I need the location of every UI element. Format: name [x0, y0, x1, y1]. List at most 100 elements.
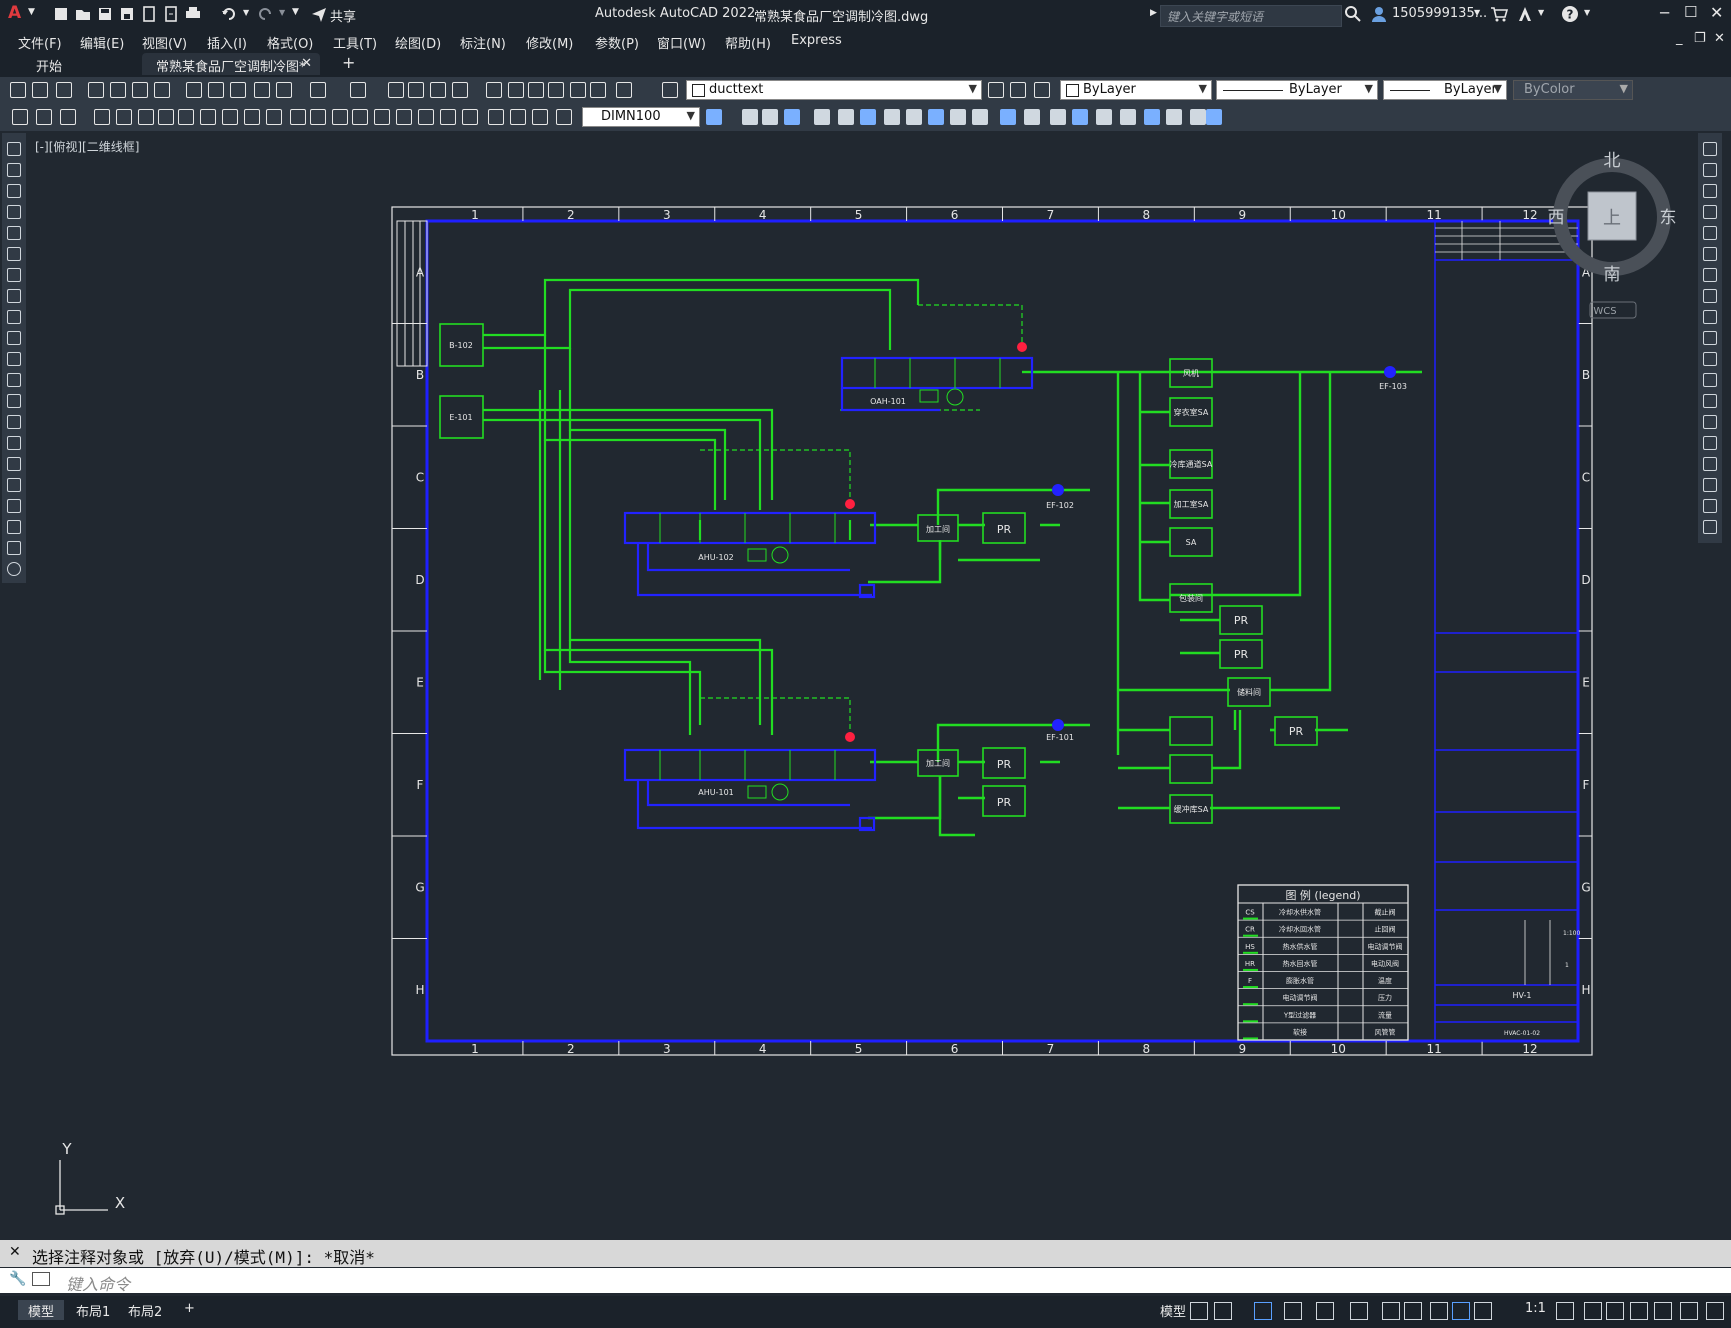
legend-table: CS 冷却水供水管 截止阀CR 冷却水回水管 止回阀HS 热水供水管 电动调节阀HR 热水回水…: [1237, 884, 1409, 1041]
command-placeholder: 键入命令: [66, 1275, 131, 1294]
unit-ef101-label: EF-101: [1046, 733, 1074, 742]
pr-label-5: PR: [1234, 648, 1249, 661]
status-tool-10-icon[interactable]: [1452, 1302, 1470, 1320]
annotation-scale[interactable]: 1:1: [1515, 1300, 1556, 1320]
grid-col-label: 7: [1047, 1042, 1055, 1056]
exhaust-fans: [1052, 366, 1396, 731]
unit-ef103-label: EF-103: [1379, 382, 1407, 391]
grid-col-label: 4: [759, 208, 767, 222]
legend-code: F: [1248, 977, 1252, 985]
status-tool-6-icon[interactable]: [1350, 1302, 1368, 1320]
tab-model[interactable]: 模型: [18, 1300, 65, 1320]
unit-ahu102-label: AHU-102: [698, 553, 734, 562]
legend-desc2: 截止阀: [1375, 908, 1396, 917]
title-block-scale: 1:100: [1563, 930, 1580, 937]
legend-desc: 膨胀水管: [1286, 976, 1314, 985]
viewcube-west[interactable]: 西: [1548, 208, 1565, 228]
legend-desc2: 电动调节阀: [1368, 942, 1403, 951]
grid-col-label: 5: [855, 208, 863, 222]
status-tool-8-icon[interactable]: [1404, 1302, 1422, 1320]
legend-code: CS: [1245, 909, 1255, 917]
grid-row-label: E: [1582, 675, 1590, 689]
duct-sections: [659, 358, 1001, 801]
customize-icon[interactable]: 🔧: [9, 1271, 26, 1287]
legend-code: HS: [1245, 943, 1255, 951]
command-history-text: 选择注释对象或 [放弃(U)/模式(M)]: *取消*: [32, 1248, 375, 1267]
pr-label-6: PR: [1289, 725, 1304, 738]
air-handler-ducts: [623, 356, 1034, 832]
grid-row-label: H: [1581, 983, 1590, 997]
status-bar: 模型 布局1 布局2 + 模型 1:1: [0, 1296, 1731, 1328]
grid-col-label: 9: [1238, 208, 1246, 222]
viewcube-south[interactable]: 南: [1604, 265, 1621, 285]
legend-desc: Y型过滤器: [1283, 1010, 1316, 1019]
status-tool-13-icon[interactable]: [1584, 1302, 1602, 1320]
status-tool-4-icon[interactable]: [1284, 1302, 1302, 1320]
status-tool-9-icon[interactable]: [1430, 1302, 1448, 1320]
grid-col-label: 1: [471, 1042, 479, 1056]
grid-col-label: 2: [567, 1042, 575, 1056]
legend-desc: 冷却水回水管: [1279, 925, 1321, 934]
add-layout-button[interactable]: +: [174, 1300, 205, 1320]
status-tool-15-icon[interactable]: [1630, 1302, 1648, 1320]
viewcube-north[interactable]: 北: [1604, 151, 1621, 171]
legend-code: CR: [1245, 926, 1255, 934]
unit-e101-label: E-101: [449, 413, 472, 422]
status-tool-17-icon[interactable]: [1680, 1302, 1698, 1320]
legend-desc2: 流量: [1378, 1010, 1392, 1019]
tab-layout1[interactable]: 布局1: [66, 1300, 120, 1320]
status-tool-5-icon[interactable]: [1316, 1302, 1334, 1320]
legend-desc: 电动调节阀: [1283, 993, 1318, 1002]
legend-desc2: 风管管: [1375, 1027, 1396, 1036]
command-input[interactable]: 🔧 键入命令: [0, 1268, 1731, 1294]
legend-desc: 热水回水管: [1283, 959, 1318, 968]
status-tool-7-icon[interactable]: [1382, 1302, 1400, 1320]
unit-kz-label: 缓冲库SA: [1174, 804, 1209, 814]
grid-col-label: 6: [951, 208, 959, 222]
grid-row-label: G: [1581, 880, 1590, 894]
legend-desc: 热水供水管: [1283, 942, 1318, 951]
air-distribution-lines: [868, 370, 1422, 837]
pr-label-3: PR: [997, 796, 1012, 809]
grid-col-label: 2: [567, 208, 575, 222]
unit-lsa-label: 冷库通道SA: [1170, 459, 1213, 469]
status-tool-11-icon[interactable]: [1474, 1302, 1492, 1320]
pr-label-2: PR: [997, 758, 1012, 771]
binding-strip: [396, 220, 428, 367]
status-tool-2-icon[interactable]: [1214, 1302, 1232, 1320]
legend-code: HR: [1245, 960, 1255, 968]
grid-row-label: H: [415, 983, 424, 997]
grid-col-label: 8: [1143, 1042, 1151, 1056]
status-tool-12-icon[interactable]: [1556, 1302, 1574, 1320]
legend-title: 图 例 (legend): [1285, 888, 1360, 902]
pr-label-4: PR: [1234, 614, 1249, 627]
wcs-label[interactable]: WCS: [1593, 306, 1616, 317]
status-tool-1-icon[interactable]: [1190, 1302, 1208, 1320]
unit-sa-label: SA: [1186, 538, 1197, 547]
grid-labels: 112233445566778899101011111212A AB BC CD DE E…: [415, 208, 1591, 1056]
grid-col-label: 11: [1426, 208, 1441, 222]
grid-row-label: E: [416, 675, 424, 689]
title-block-drawing-no: HVAC-01-02: [1504, 1030, 1540, 1037]
title-block-name: HV-1: [1513, 991, 1532, 1000]
legend-desc2: 温度: [1378, 976, 1392, 985]
status-tool-14-icon[interactable]: [1606, 1302, 1624, 1320]
recent-commands-icon[interactable]: [32, 1272, 50, 1286]
status-tool-16-icon[interactable]: [1654, 1302, 1672, 1320]
status-tool-3-icon[interactable]: [1254, 1302, 1272, 1320]
unit-jgj-label: 加工间: [926, 524, 950, 534]
unit-ef102-label: EF-102: [1046, 501, 1074, 510]
ucs-icon: [55, 1160, 108, 1215]
grid-row-label: F: [417, 778, 424, 792]
viewcube-top[interactable]: 上: [1603, 208, 1621, 229]
viewcube-east[interactable]: 东: [1660, 208, 1677, 228]
tab-layout2[interactable]: 布局2: [118, 1300, 172, 1320]
command-close-icon[interactable]: ✕: [9, 1244, 21, 1260]
unit-cl-label: 储料间: [1237, 687, 1261, 697]
unit-b102-label: B-102: [449, 341, 473, 350]
grid-col-label: 10: [1331, 208, 1346, 222]
legend-desc2: 压力: [1378, 993, 1392, 1002]
grid-col-label: 7: [1047, 208, 1055, 222]
grid-col-label: 10: [1331, 1042, 1346, 1056]
status-tool-18-icon[interactable]: [1706, 1302, 1724, 1320]
